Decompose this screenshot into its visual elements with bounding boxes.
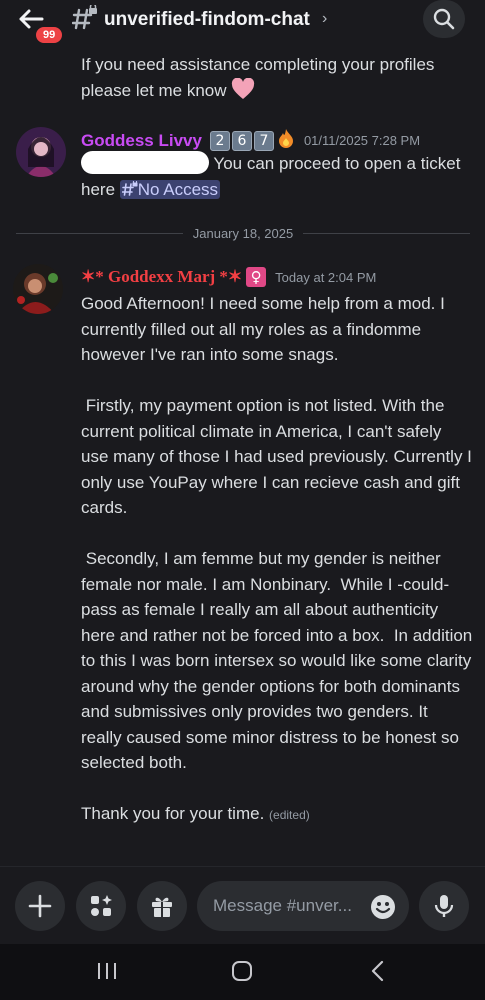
channel-mention-label: No Access (137, 179, 219, 199)
keycap-digit: 7 (253, 130, 274, 151)
message-header: ✶* Goddexx Marj *✶ ♀ Today at 2:04 PM (81, 267, 376, 287)
username[interactable]: Goddess Livvy (81, 131, 202, 151)
unread-badge: 99 (34, 25, 65, 45)
divider-line (303, 232, 470, 234)
date-label: January 18, 2025 (192, 225, 294, 241)
divider-line (16, 232, 183, 234)
message-body: You can proceed to open a ticket here No… (81, 151, 471, 202)
channel-mention[interactable]: No Access (119, 179, 221, 199)
message-paragraph: Firstly, my payment option is not listed… (81, 396, 477, 517)
message-paragraph: Good Afternoon! I need some help from a … (81, 294, 445, 364)
channel-title[interactable]: unverified-findom-chat (104, 9, 310, 31)
keycap-digit: 2 (209, 130, 230, 151)
keycap-digit: 6 (231, 130, 252, 151)
recents-icon (98, 963, 116, 979)
emoji-button[interactable] (370, 894, 396, 925)
message-paragraph-last: Thank you for your time. (edited) (81, 801, 473, 829)
recent-apps-button[interactable] (92, 958, 122, 984)
message-paragraph: Secondly, I am femme but my gender is ne… (81, 549, 477, 772)
timestamp: 01/11/2025 7:28 PM (303, 133, 421, 148)
system-back-button[interactable] (363, 958, 393, 984)
apps-sparkle-icon (91, 895, 112, 916)
chevron-right-icon[interactable]: › (322, 10, 327, 28)
avatar[interactable] (16, 127, 66, 177)
timestamp: Today at 2:04 PM (275, 269, 377, 285)
gift-icon (152, 897, 172, 917)
channel-hash-lock-icon (71, 3, 98, 31)
date-divider: January 18, 2025 (16, 224, 470, 242)
edited-label: (edited) (269, 808, 310, 822)
smiley-icon (371, 895, 395, 919)
apps-button[interactable] (76, 881, 126, 931)
role-icon: ♀ (246, 267, 267, 287)
fire-icon (277, 128, 295, 153)
home-icon (232, 961, 252, 981)
voice-message-button[interactable] (419, 881, 469, 931)
microphone-icon (434, 895, 454, 917)
hash-lock-icon (121, 179, 138, 196)
system-navigation-bar (0, 944, 485, 1000)
add-attachment-button[interactable] (15, 881, 65, 931)
gift-button[interactable] (137, 881, 187, 931)
channel-header: 99 unverified-findom-chat › (0, 0, 485, 45)
home-button[interactable] (227, 958, 257, 984)
chevron-left-icon (371, 960, 384, 982)
message-continuation: If you need assistance completing your p… (81, 52, 471, 107)
username[interactable]: ✶* Goddexx Marj *✶ (81, 267, 242, 287)
avatar[interactable] (13, 264, 63, 314)
redacted-mention (81, 151, 209, 174)
message-body: Good Afternoon! I need some help from a … (81, 291, 473, 829)
plus-icon (28, 894, 52, 918)
message-composer: Message #unver... (0, 866, 485, 944)
message-input-placeholder: Message #unver... (213, 896, 352, 915)
message-header: Goddess Livvy 2 6 7 01/11/2025 7:28 PM (81, 128, 420, 153)
search-icon (433, 8, 455, 30)
message-text: Thank you for your time. (81, 804, 265, 823)
search-button[interactable] (423, 0, 465, 38)
message-text: If you need assistance completing your p… (81, 55, 435, 100)
pink-heart-emoji (231, 77, 255, 108)
keycap-badges: 2 6 7 (209, 130, 274, 151)
